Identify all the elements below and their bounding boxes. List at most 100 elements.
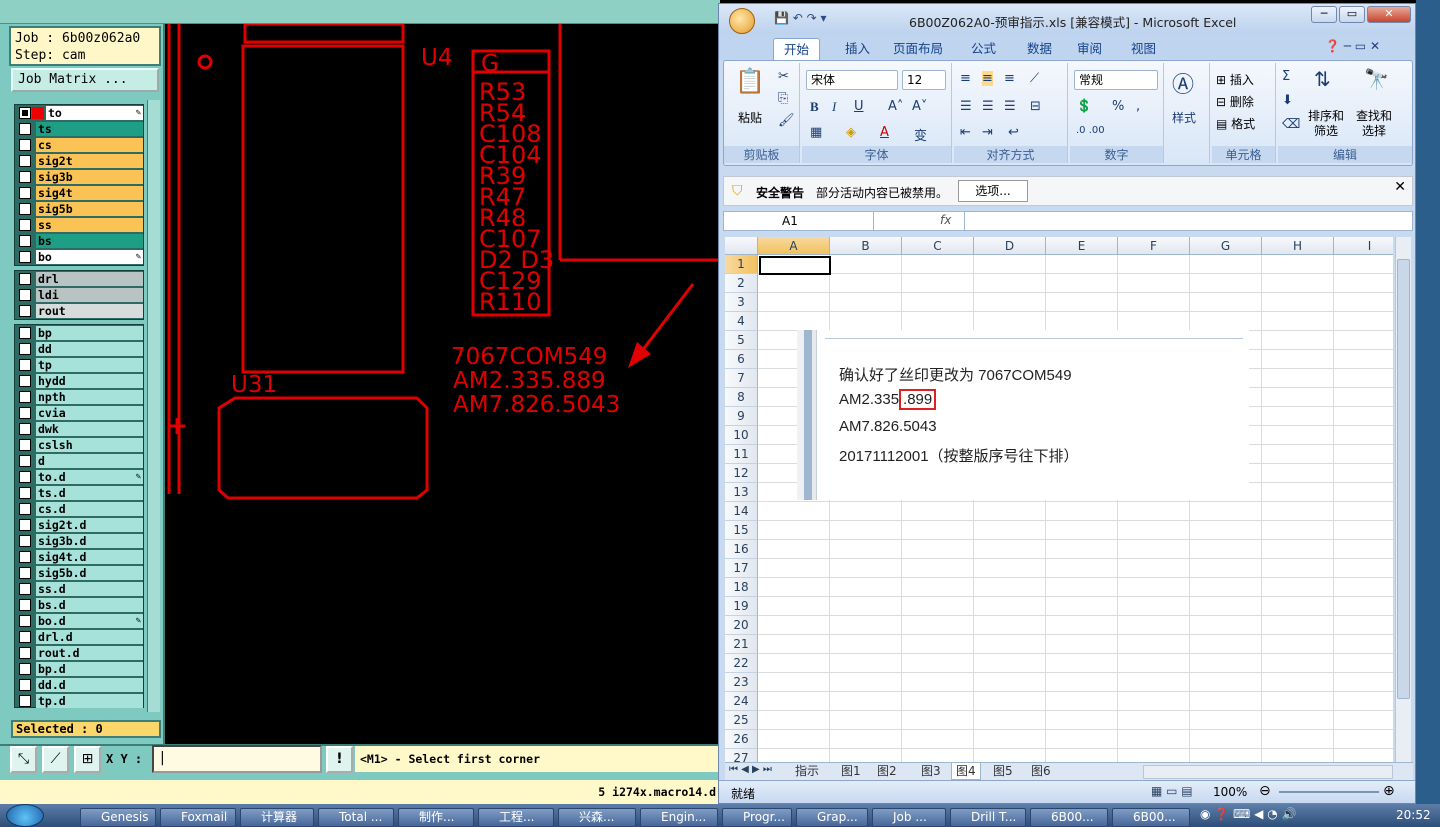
row-header[interactable]: 4 (725, 312, 758, 331)
layer-name[interactable]: to ✎ (46, 106, 143, 120)
layer-checkbox[interactable] (19, 567, 31, 579)
comma-icon[interactable]: , (1136, 99, 1140, 114)
layer-row[interactable]: to ✎ (15, 105, 143, 121)
layer-name[interactable]: dd.d (36, 678, 143, 692)
vertical-scroll-thumb[interactable] (1397, 259, 1410, 699)
taskbar-item[interactable]: Job ... (872, 808, 946, 827)
job-matrix-button[interactable]: Job Matrix ... (11, 68, 159, 92)
row-header[interactable]: 24 (725, 692, 758, 711)
zoom-in-icon[interactable]: ⊕ (1383, 783, 1395, 799)
taskbar-item[interactable]: Engin... (640, 808, 718, 827)
layer-row[interactable]: tp.d (15, 693, 143, 709)
layer-name[interactable]: dwk (36, 422, 143, 436)
layer-row[interactable]: bs (15, 233, 143, 249)
decrease-indent-icon[interactable]: ⇤ (960, 125, 971, 140)
row-header[interactable]: 13 (725, 483, 758, 502)
layer-checkbox[interactable] (19, 535, 31, 547)
layer-name[interactable]: bs.d (36, 598, 143, 612)
row-header[interactable]: 15 (725, 521, 758, 540)
sheet-tab[interactable]: 图1 (837, 763, 865, 780)
ribbon-tab[interactable]: 数据 (1017, 38, 1062, 60)
align-bottom-icon[interactable]: ≡ (1004, 71, 1015, 86)
layer-name[interactable]: sig4t.d (36, 550, 143, 564)
layer-checkbox[interactable] (19, 235, 31, 247)
layer-name[interactable]: hydd (36, 374, 143, 388)
currency-icon[interactable]: 💲 (1076, 99, 1092, 114)
layer-row[interactable]: bp (15, 325, 143, 341)
layer-row[interactable]: sig4t (15, 185, 143, 201)
fill-color-icon[interactable]: ◈ (846, 125, 856, 140)
row-header[interactable]: 2 (725, 274, 758, 293)
layer-row[interactable]: cvia (15, 405, 143, 421)
layer-row[interactable]: dd (15, 341, 143, 357)
layer-checkbox[interactable] (19, 647, 31, 659)
layer-name[interactable]: bp (36, 326, 143, 340)
layer-name[interactable]: rout.d (36, 646, 143, 660)
taskbar-item[interactable]: 计算器 (240, 808, 314, 827)
font-size-select[interactable]: 12 (902, 70, 946, 90)
layer-checkbox[interactable] (19, 407, 31, 419)
layer-checkbox[interactable] (19, 487, 31, 499)
alert-icon[interactable]: ! (326, 746, 353, 773)
layer-checkbox[interactable] (19, 599, 31, 611)
layer-name[interactable]: ss (36, 218, 143, 232)
layer-checkbox[interactable] (19, 519, 31, 531)
number-format-select[interactable]: 常规 (1074, 70, 1158, 90)
layer-name[interactable]: drl.d (36, 630, 143, 644)
layer-name[interactable]: sig3b (36, 170, 143, 184)
office-button-icon[interactable] (729, 8, 755, 34)
layer-checkbox[interactable] (19, 359, 31, 371)
name-box[interactable]: A1 (724, 212, 874, 230)
column-header[interactable]: B (830, 237, 902, 255)
layer-name[interactable]: d (36, 454, 143, 468)
format-cells-button[interactable]: ▤ 格式 (1216, 115, 1255, 132)
taskbar-item[interactable]: Total ... (318, 808, 394, 827)
bold-icon[interactable]: B (810, 99, 819, 115)
layer-row[interactable]: d (15, 453, 143, 469)
phonetic-icon[interactable]: 变 (914, 125, 927, 144)
layer-name[interactable]: bo ✎ (36, 250, 143, 264)
layer-checkbox[interactable] (19, 391, 31, 403)
ribbon-tab[interactable]: 开始 (773, 38, 821, 60)
view-buttons-icon[interactable]: ▦ ▭ ▤ (1151, 784, 1193, 798)
autosum-icon[interactable]: Σ (1282, 69, 1290, 84)
insert-cells-button[interactable]: ⊞ 插入 (1216, 71, 1254, 88)
zoom-area-icon[interactable]: ⤡ (10, 746, 37, 773)
taskbar-item[interactable]: 工程... (478, 808, 554, 827)
row-header[interactable]: 19 (725, 597, 758, 616)
xy-input[interactable]: | (152, 745, 322, 773)
minimize-icon[interactable]: ─ (1311, 6, 1337, 23)
layer-checkbox[interactable] (19, 583, 31, 595)
layer-row[interactable]: sig3b (15, 169, 143, 185)
row-header[interactable]: 14 (725, 502, 758, 521)
row-header[interactable]: 22 (725, 654, 758, 673)
column-header[interactable]: H (1262, 237, 1334, 255)
increase-decimal-icon[interactable]: .0 .00 (1076, 125, 1105, 136)
layer-name[interactable]: sig4t (36, 186, 143, 200)
layer-checkbox[interactable] (19, 203, 31, 215)
help-icon[interactable]: ❓ ─ ▭ ✕ (1325, 39, 1380, 53)
paste-label[interactable]: 粘贴 (738, 109, 762, 126)
layer-row[interactable]: bo.d ✎ (15, 613, 143, 629)
align-left-icon[interactable]: ☰ (960, 99, 972, 114)
layer-checkbox[interactable] (19, 615, 31, 627)
layer-scrollbar[interactable] (147, 100, 160, 712)
row-header[interactable]: 9 (725, 407, 758, 426)
sheet-tab[interactable]: 图5 (989, 763, 1017, 780)
layer-row[interactable]: cs.d (15, 501, 143, 517)
measure-icon[interactable]: ⟋ (42, 746, 69, 773)
sheet-nav-icon[interactable]: ⏮ ◀ ▶ ⏭ (729, 764, 772, 775)
row-header[interactable]: 20 (725, 616, 758, 635)
sheet-tab[interactable]: 图6 (1027, 763, 1055, 780)
layer-row[interactable]: npth (15, 389, 143, 405)
layer-name[interactable]: cvia (36, 406, 143, 420)
row-header[interactable]: 23 (725, 673, 758, 692)
zoom-slider[interactable] (1279, 791, 1379, 793)
layer-name[interactable]: ts (36, 122, 143, 136)
layer-row[interactable]: ldi (15, 287, 143, 303)
layer-checkbox[interactable] (19, 187, 31, 199)
layer-checkbox[interactable] (19, 251, 31, 263)
format-painter-icon[interactable]: 🖌 (778, 113, 795, 128)
layer-name[interactable]: npth (36, 390, 143, 404)
layer-row[interactable]: drl (15, 271, 143, 287)
